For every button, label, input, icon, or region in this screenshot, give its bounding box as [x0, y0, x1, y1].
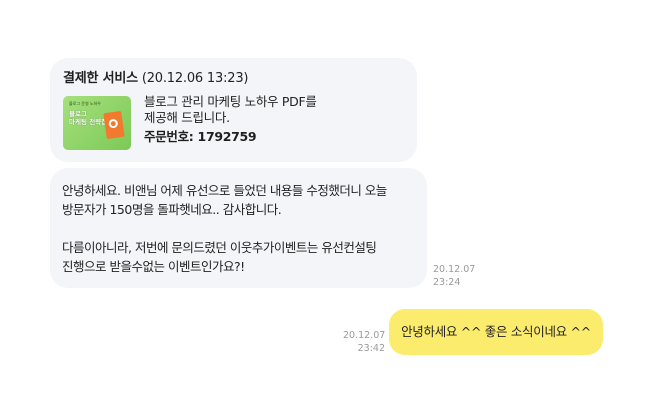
service-card-label: 결제한 서비스 — [63, 71, 138, 86]
service-description: 블로그 관리 마케팅 노하우 PDF를 제공해 드립니다. — [144, 94, 317, 125]
purchased-service-card[interactable]: 결제한 서비스 (20.12.06 13:23) 블로그 운영 노하우 블로그 … — [50, 58, 417, 162]
service-card-text: 블로그 관리 마케팅 노하우 PDF를 제공해 드립니다. 주문번호: 1792… — [144, 94, 317, 145]
thumbnail-title: 블로그 마케팅 전략집 — [69, 110, 108, 126]
service-thumbnail[interactable]: 블로그 운영 노하우 블로그 마케팅 전략집 — [63, 96, 131, 150]
service-card-header: 결제한 서비스 (20.12.06 13:23) — [63, 70, 403, 88]
service-card-date: (20.12.06 13:23) — [141, 71, 249, 86]
book-icon — [103, 110, 125, 140]
incoming-message-bubble: 안녕하세요. 비앤님 어제 유선으로 들었던 내용들 수정했더니 오늘 방문자가… — [50, 168, 427, 288]
thumbnail-top-text: 블로그 운영 노하우 — [69, 101, 101, 106]
service-card-body: 블로그 운영 노하우 블로그 마케팅 전략집 블로그 관리 마케팅 노하우 PD… — [63, 94, 403, 150]
outgoing-message-timestamp: 20.12.07 23:42 — [343, 330, 386, 354]
incoming-message-timestamp: 20.12.07 23:24 — [433, 264, 476, 288]
outgoing-message-bubble: 안녕하세요 ^^ 좋은 소식이네요 ^^ — [389, 309, 603, 355]
order-number: 주문번호: 1792759 — [144, 129, 257, 144]
chat-conversation: 결제한 서비스 (20.12.06 13:23) 블로그 운영 노하우 블로그 … — [0, 0, 652, 410]
